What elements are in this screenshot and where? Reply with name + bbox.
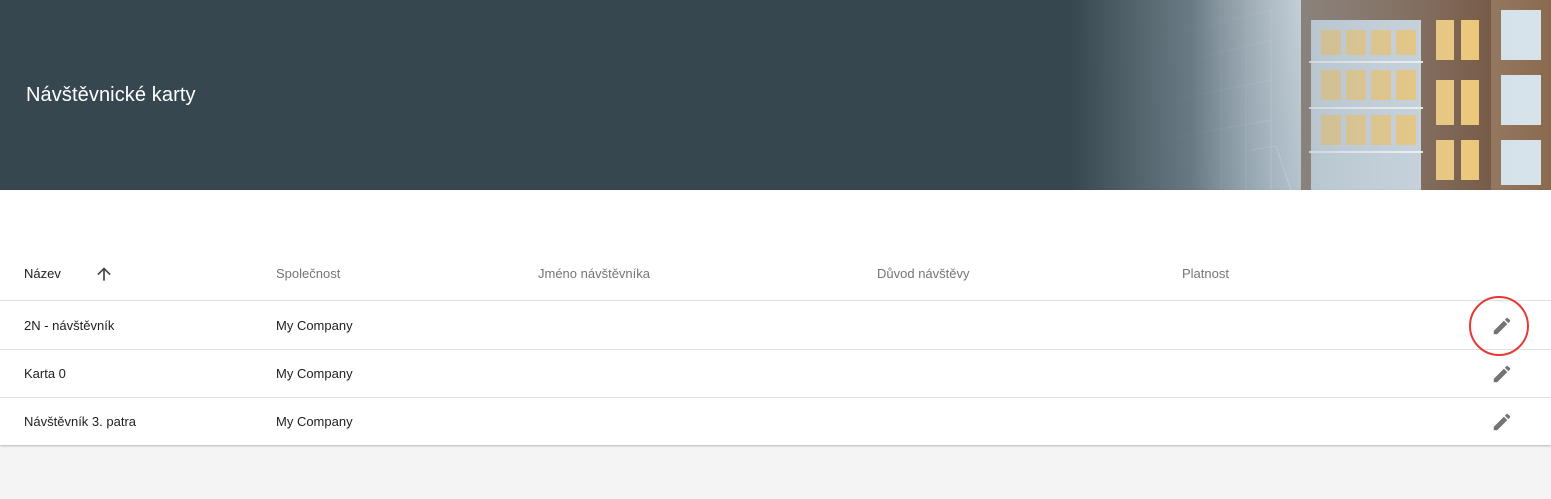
- pencil-icon: [1493, 317, 1511, 335]
- edit-button[interactable]: [1469, 296, 1529, 356]
- arrow-up-icon[interactable]: [94, 264, 114, 284]
- table-row[interactable]: Návštěvník 3. patra My Company: [0, 398, 1551, 446]
- page-title: Návštěvnické karty: [26, 84, 196, 106]
- edit-button[interactable]: [1480, 400, 1524, 444]
- cell-company: My Company: [276, 366, 353, 381]
- table-header-row: Název Společnost Jméno návštěvníka Důvod…: [0, 247, 1551, 301]
- cell-company: My Company: [276, 414, 353, 429]
- building-banner-image: [1071, 0, 1551, 190]
- cell-name: Návštěvník 3. patra: [24, 414, 136, 429]
- column-header-visit-reason[interactable]: Důvod návštěvy: [877, 247, 970, 301]
- pencil-icon: [1493, 365, 1511, 383]
- cell-name: 2N - návštěvník: [24, 318, 115, 333]
- pencil-icon: [1493, 413, 1511, 431]
- column-header-name[interactable]: Název: [24, 247, 111, 301]
- cell-name: Karta 0: [24, 366, 66, 381]
- edit-button[interactable]: [1480, 352, 1524, 396]
- column-header-validity[interactable]: Platnost: [1182, 247, 1229, 301]
- cell-company: My Company: [276, 318, 353, 333]
- column-header-company[interactable]: Společnost: [276, 247, 340, 301]
- visitor-cards-table: Název Společnost Jméno návštěvníka Důvod…: [0, 190, 1551, 445]
- column-header-visitor-name[interactable]: Jméno návštěvníka: [538, 247, 650, 301]
- table-row[interactable]: Karta 0 My Company: [0, 350, 1551, 398]
- table-row[interactable]: 2N - návštěvník My Company: [0, 296, 1551, 356]
- page-header: Návštěvnické karty: [0, 0, 1551, 190]
